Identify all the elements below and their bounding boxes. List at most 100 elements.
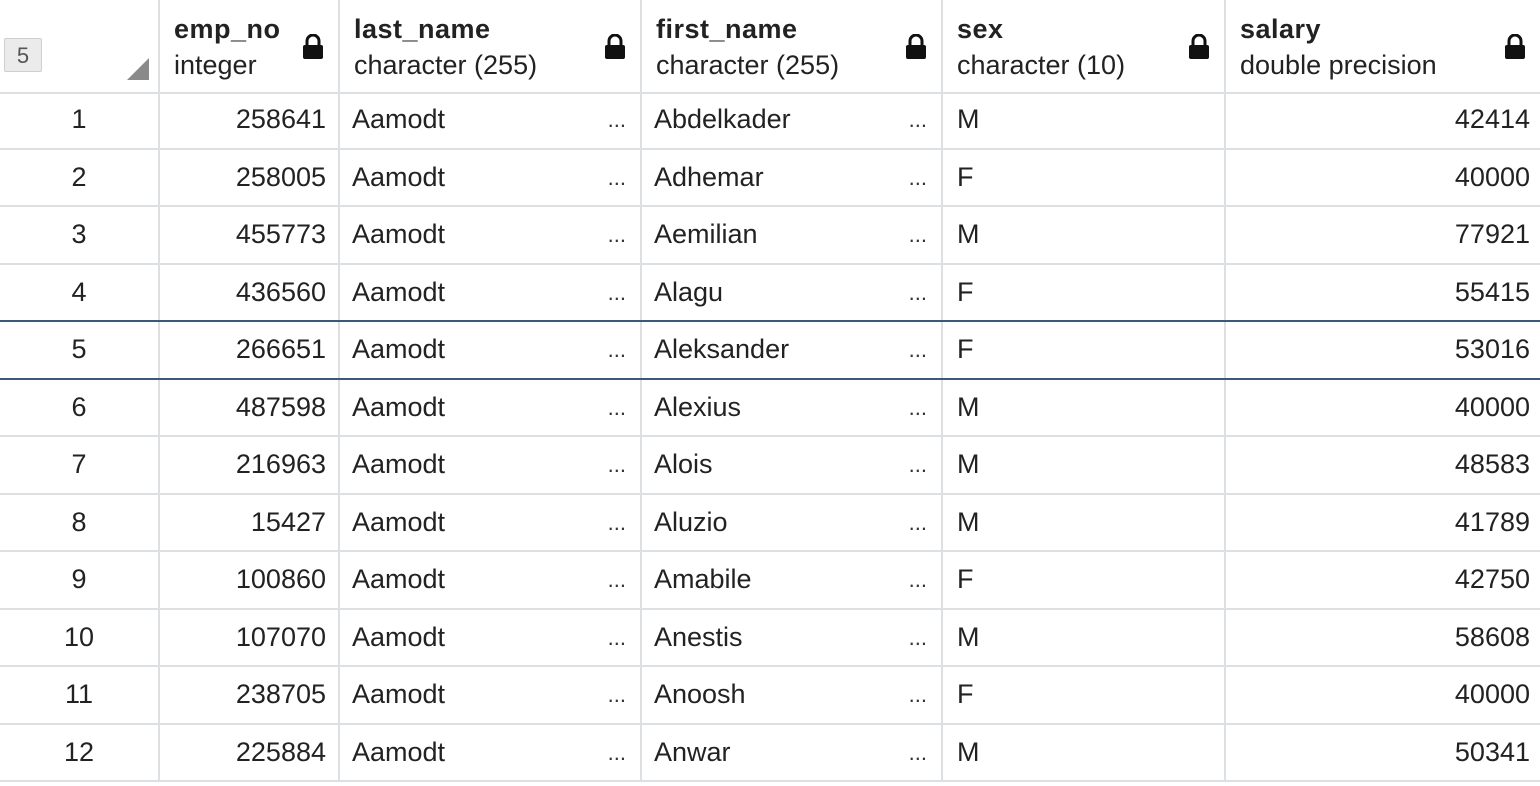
cell-emp-no[interactable]: 258005 [160, 149, 340, 205]
cell-emp-no[interactable]: 100860 [160, 552, 340, 608]
table-row[interactable]: 8 15427 Aamodt... Aluzio... M 41789 [0, 494, 1540, 552]
cell-emp-no[interactable]: 238705 [160, 667, 340, 723]
cell-salary[interactable]: 42414 [1226, 92, 1540, 148]
select-all-corner[interactable]: 5 [0, 0, 160, 92]
cell-sex[interactable]: M [943, 609, 1226, 665]
cell-first-name[interactable]: Alois... [642, 437, 943, 493]
cell-emp-no[interactable]: 487598 [160, 379, 340, 435]
sort-indicator-icon[interactable] [127, 58, 149, 80]
cell-salary[interactable]: 50341 [1226, 725, 1540, 781]
expand-text-button[interactable]: ... [608, 322, 626, 377]
expand-text-button[interactable]: ... [909, 495, 927, 550]
cell-sex[interactable]: M [943, 379, 1226, 435]
column-header-sex[interactable]: sex character (10) [943, 0, 1226, 92]
expand-text-button[interactable]: ... [608, 265, 626, 320]
expand-text-button[interactable]: ... [909, 92, 927, 147]
expand-text-button[interactable]: ... [909, 437, 927, 492]
cell-emp-no[interactable]: 107070 [160, 609, 340, 665]
cell-last-name[interactable]: Aamodt... [340, 667, 642, 723]
cell-first-name[interactable]: Aluzio... [642, 494, 943, 550]
cell-salary[interactable]: 42750 [1226, 552, 1540, 608]
cell-emp-no[interactable]: 455773 [160, 207, 340, 263]
cell-sex[interactable]: M [943, 207, 1226, 263]
expand-text-button[interactable]: ... [608, 92, 626, 147]
row-number[interactable]: 5 [0, 322, 160, 378]
cell-first-name[interactable]: Aemilian... [642, 207, 943, 263]
cell-sex[interactable]: F [943, 149, 1226, 205]
expand-text-button[interactable]: ... [608, 667, 626, 722]
table-row[interactable]: 3 455773 Aamodt... Aemilian... M 77921 [0, 207, 1540, 265]
expand-text-button[interactable]: ... [909, 667, 927, 722]
cell-sex[interactable]: F [943, 552, 1226, 608]
expand-text-button[interactable]: ... [909, 322, 927, 377]
row-number[interactable]: 1 [0, 92, 160, 148]
cell-first-name[interactable]: Alagu... [642, 264, 943, 320]
row-number[interactable]: 2 [0, 149, 160, 205]
cell-sex[interactable]: F [943, 264, 1226, 320]
expand-text-button[interactable]: ... [608, 552, 626, 607]
cell-first-name[interactable]: Alexius... [642, 379, 943, 435]
row-number[interactable]: 9 [0, 552, 160, 608]
cell-first-name[interactable]: Anestis... [642, 609, 943, 665]
table-row[interactable]: 2 258005 Aamodt... Adhemar... F 40000 [0, 149, 1540, 207]
table-row[interactable]: 5 266651 Aamodt... Aleksander... F 53016 [0, 320, 1540, 380]
cell-emp-no[interactable]: 225884 [160, 724, 340, 780]
expand-text-button[interactable]: ... [608, 207, 626, 262]
table-row[interactable]: 9 100860 Aamodt... Amabile... F 42750 [0, 552, 1540, 610]
cell-salary[interactable]: 40000 [1226, 150, 1540, 206]
cell-salary[interactable]: 40000 [1226, 667, 1540, 723]
cell-emp-no[interactable]: 15427 [160, 494, 340, 550]
row-number[interactable]: 7 [0, 437, 160, 493]
cell-first-name[interactable]: Amabile... [642, 552, 943, 608]
cell-sex[interactable]: F [943, 322, 1226, 378]
cell-last-name[interactable]: Aamodt... [340, 207, 642, 263]
cell-last-name[interactable]: Aamodt... [340, 322, 642, 378]
cell-last-name[interactable]: Aamodt... [340, 494, 642, 550]
expand-text-button[interactable]: ... [608, 495, 626, 550]
cell-salary[interactable]: 53016 [1226, 322, 1540, 378]
cell-first-name[interactable]: Anwar... [642, 724, 943, 780]
cell-last-name[interactable]: Aamodt... [340, 92, 642, 148]
cell-first-name[interactable]: Aleksander... [642, 322, 943, 378]
row-number[interactable]: 6 [0, 379, 160, 435]
cell-salary[interactable]: 55415 [1226, 265, 1540, 321]
cell-sex[interactable]: M [943, 494, 1226, 550]
cell-last-name[interactable]: Aamodt... [340, 437, 642, 493]
table-row[interactable]: 11 238705 Aamodt... Anoosh... F 40000 [0, 667, 1540, 725]
cell-salary[interactable]: 41789 [1226, 495, 1540, 551]
table-row[interactable]: 12 225884 Aamodt... Anwar... M 50341 [0, 724, 1540, 782]
cell-first-name[interactable]: Adhemar... [642, 149, 943, 205]
cell-salary[interactable]: 48583 [1226, 437, 1540, 493]
expand-text-button[interactable]: ... [909, 207, 927, 262]
expand-text-button[interactable]: ... [909, 150, 927, 205]
cell-emp-no[interactable]: 266651 [160, 322, 340, 378]
expand-text-button[interactable]: ... [608, 725, 626, 780]
cell-emp-no[interactable]: 436560 [160, 264, 340, 320]
table-row[interactable]: 4 436560 Aamodt... Alagu... F 55415 [0, 264, 1540, 322]
cell-sex[interactable]: M [943, 92, 1226, 148]
table-row[interactable]: 6 487598 Aamodt... Alexius... M 40000 [0, 379, 1540, 437]
row-number[interactable]: 8 [0, 494, 160, 550]
cell-sex[interactable]: M [943, 724, 1226, 780]
cell-first-name[interactable]: Abdelkader... [642, 92, 943, 148]
row-number[interactable]: 4 [0, 264, 160, 320]
cell-sex[interactable]: F [943, 667, 1226, 723]
expand-text-button[interactable]: ... [909, 265, 927, 320]
cell-salary[interactable]: 77921 [1226, 207, 1540, 263]
expand-text-button[interactable]: ... [608, 380, 626, 435]
table-row[interactable]: 7 216963 Aamodt... Alois... M 48583 [0, 437, 1540, 495]
expand-text-button[interactable]: ... [909, 552, 927, 607]
cell-last-name[interactable]: Aamodt... [340, 264, 642, 320]
table-row[interactable]: 1 258641 Aamodt... Abdelkader... M 42414 [0, 92, 1540, 150]
row-number[interactable]: 10 [0, 609, 160, 665]
row-number[interactable]: 3 [0, 207, 160, 263]
cell-salary[interactable]: 40000 [1226, 380, 1540, 436]
cell-last-name[interactable]: Aamodt... [340, 149, 642, 205]
expand-text-button[interactable]: ... [909, 380, 927, 435]
cell-last-name[interactable]: Aamodt... [340, 609, 642, 665]
cell-first-name[interactable]: Anoosh... [642, 667, 943, 723]
expand-text-button[interactable]: ... [608, 150, 626, 205]
expand-text-button[interactable]: ... [608, 610, 626, 665]
row-number[interactable]: 11 [0, 667, 160, 723]
cell-emp-no[interactable]: 258641 [160, 92, 340, 148]
